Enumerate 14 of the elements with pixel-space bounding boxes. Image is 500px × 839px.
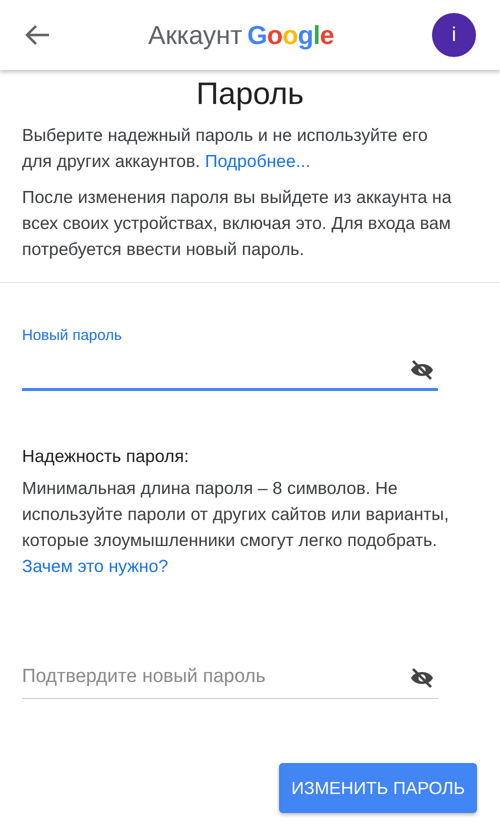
strength-text: Минимальная длина пароля – 8 символов. Не используйте пароли от других сайтов или варианты, которые злоумышленники смогут легко подобрать. Зачем это нужно? xyxy=(22,477,450,578)
page-title: Пароль xyxy=(195,76,305,112)
intro-text: Выберите надежный пароль и не используйте его для других аккаунтов. Подробнее... xyxy=(22,124,429,173)
why-link[interactable]: Зачем это нужно? xyxy=(22,556,168,576)
password-field[interactable]: Подтвердите новый пароль xyxy=(22,657,438,699)
back-arrow-icon[interactable] xyxy=(24,24,50,46)
change-password-button[interactable]: ИЗМЕНИТЬ ПАРОЛЬ xyxy=(279,763,477,813)
strength-heading: Надежность пароля: xyxy=(22,445,190,468)
google-logo: Google xyxy=(247,20,334,50)
avatar[interactable]: i xyxy=(432,13,476,57)
field-label: Новый пароль xyxy=(22,327,123,345)
learn-more-link[interactable]: Подробнее... xyxy=(205,151,310,171)
account-label: Аккаунт xyxy=(148,20,242,50)
notice-text: После изменения пароля вы выйдете из аккаунта на всех своих устройствах, включая это. Для входа вам потребуется ввести новый пароль. xyxy=(22,186,452,261)
